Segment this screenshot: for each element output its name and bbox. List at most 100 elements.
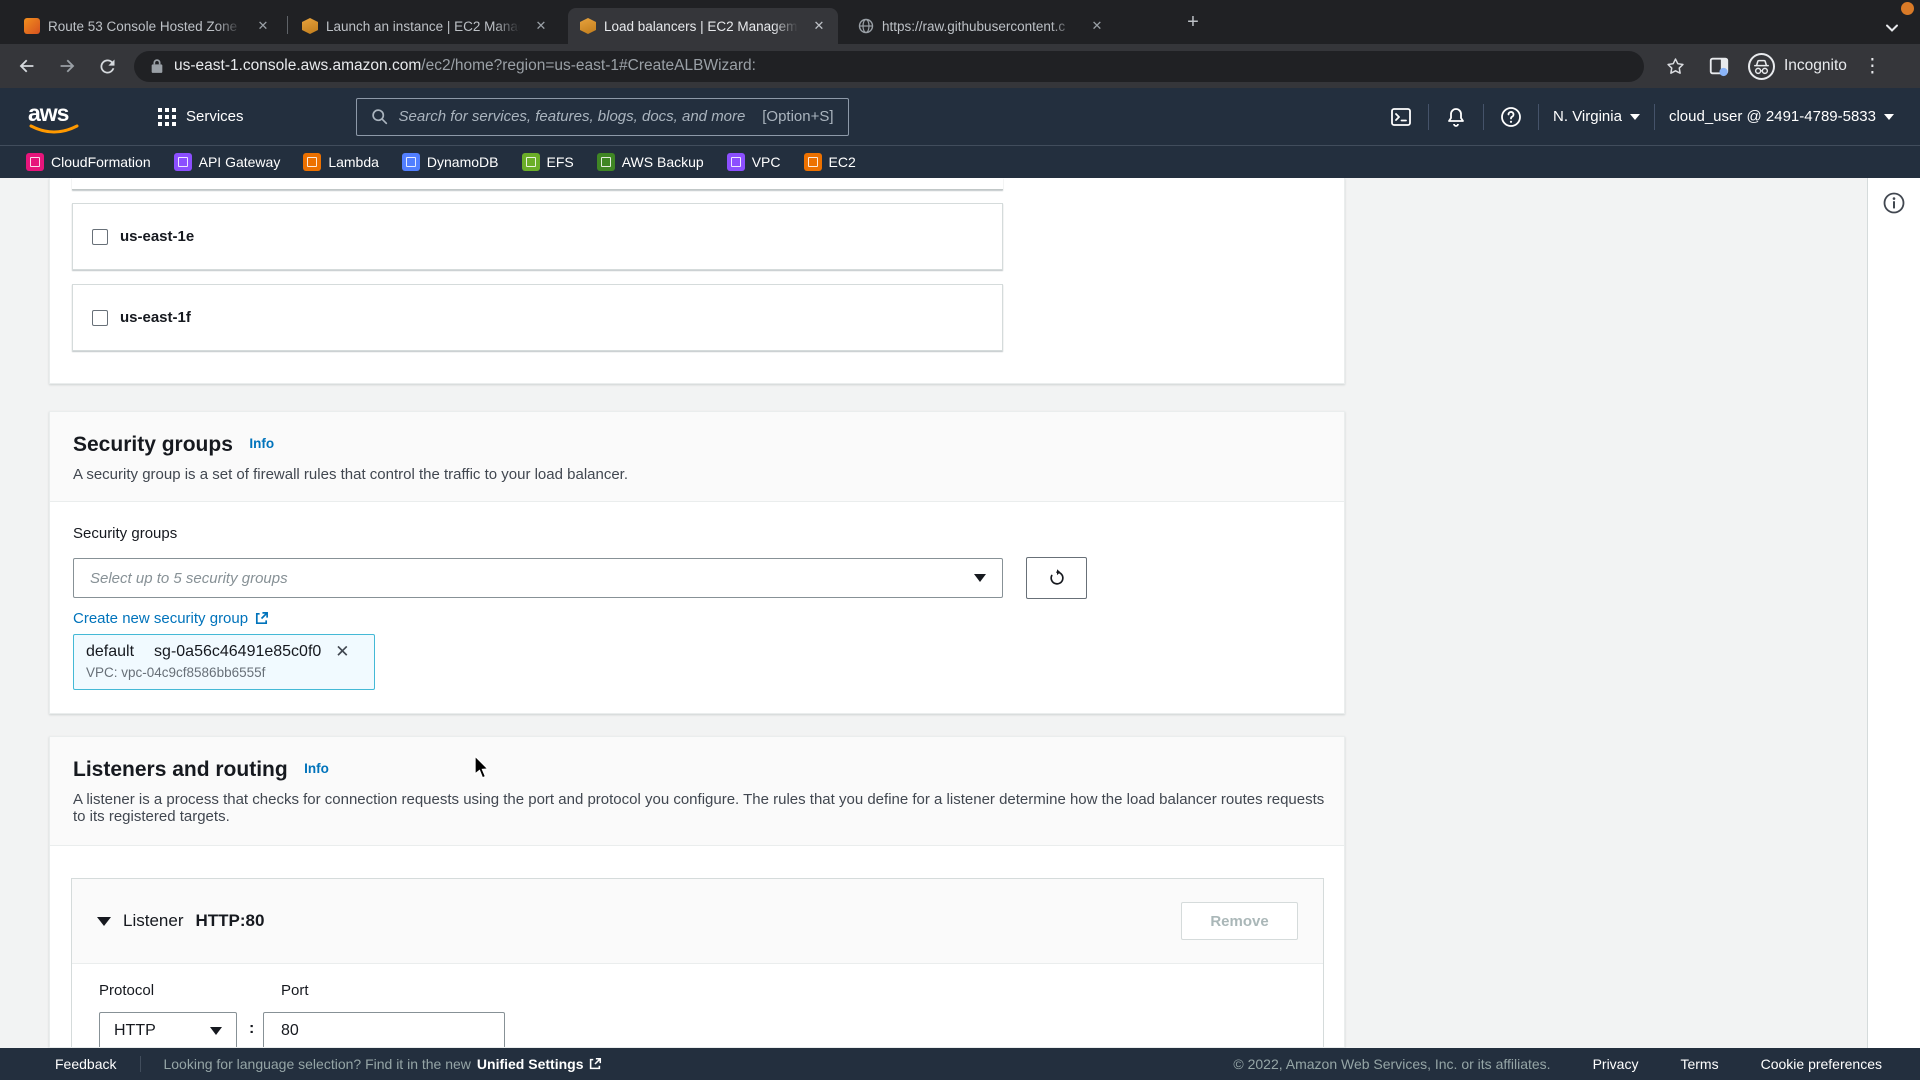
- browser-tab-strip: Route 53 Console Hosted Zone ✕ Launch an…: [0, 0, 1920, 44]
- az-card-us-east-1e[interactable]: us-east-1e: [72, 203, 1003, 270]
- favorite-lambda[interactable]: Lambda: [303, 153, 379, 171]
- close-icon[interactable]: ✕: [1088, 17, 1106, 35]
- aws-logo[interactable]: aws: [28, 100, 80, 134]
- az-label: us-east-1f: [120, 309, 191, 326]
- protocol-select[interactable]: HTTP: [99, 1012, 237, 1048]
- az-checkbox-us-east-1f[interactable]: [92, 310, 108, 326]
- tab-title: Route 53 Console Hosted Zone: [48, 19, 246, 34]
- tab-route53-console[interactable]: Route 53 Console Hosted Zone ✕: [12, 8, 282, 44]
- listeners-routing-panel: Listeners and routing Info A listener is…: [49, 736, 1345, 1048]
- divider: [1538, 104, 1539, 130]
- side-panel-icon[interactable]: [1706, 53, 1732, 79]
- cloudshell-icon[interactable]: [1388, 104, 1414, 130]
- account-label: cloud_user @ 2491-4789-5833: [1669, 108, 1876, 125]
- favorite-label: EC2: [829, 154, 856, 170]
- console-search-input[interactable]: Search for services, features, blogs, do…: [356, 98, 849, 136]
- language-hint-text: Looking for language selection? Find it …: [163, 1056, 470, 1072]
- page-content: us-east-1e us-east-1f Security groups In…: [0, 178, 1920, 1048]
- security-group-vpc: VPC: vpc-04c9cf8586bb6555f: [86, 665, 362, 680]
- favorites-bar: CloudFormation API Gateway Lambda Dynamo…: [0, 145, 1920, 178]
- reload-icon[interactable]: [94, 53, 120, 79]
- chevron-down-icon: [210, 1027, 222, 1035]
- search-placeholder: Search for services, features, blogs, do…: [399, 108, 763, 125]
- browser-menu-icon[interactable]: ⋮: [1863, 55, 1882, 78]
- incognito-label: Incognito: [1784, 57, 1847, 75]
- security-groups-panel: Security groups Info A security group is…: [49, 411, 1345, 714]
- protocol-port-separator: :: [249, 1020, 254, 1038]
- services-menu[interactable]: Services: [158, 108, 244, 126]
- favorite-label: API Gateway: [199, 154, 281, 170]
- select-placeholder: Select up to 5 security groups: [90, 570, 974, 587]
- favorite-aws-backup[interactable]: AWS Backup: [597, 153, 704, 171]
- efs-icon: [522, 153, 540, 171]
- close-icon[interactable]: ✕: [254, 17, 272, 35]
- account-menu[interactable]: cloud_user @ 2491-4789-5833: [1669, 108, 1894, 125]
- favorite-cloudformation[interactable]: CloudFormation: [26, 153, 151, 171]
- refresh-button[interactable]: [1026, 557, 1087, 599]
- create-security-group-link[interactable]: Create new security group: [73, 610, 269, 627]
- az-checkbox-us-east-1e[interactable]: [92, 229, 108, 245]
- aws-backup-icon: [597, 153, 615, 171]
- search-shortcut: [Option+S]: [762, 108, 833, 125]
- az-card-us-east-1f[interactable]: us-east-1f: [72, 284, 1003, 351]
- privacy-link[interactable]: Privacy: [1593, 1056, 1639, 1072]
- help-icon[interactable]: [1498, 104, 1524, 130]
- unified-settings-link[interactable]: Unified Settings: [477, 1056, 603, 1072]
- port-label: Port: [281, 982, 309, 999]
- region-label: N. Virginia: [1553, 108, 1622, 125]
- forward-icon[interactable]: [54, 53, 80, 79]
- protocol-label: Protocol: [99, 982, 154, 999]
- bookmark-star-icon[interactable]: [1662, 53, 1688, 79]
- security-group-name: default: [86, 643, 134, 661]
- info-link[interactable]: Info: [304, 761, 329, 776]
- services-label: Services: [186, 108, 244, 125]
- terms-link[interactable]: Terms: [1680, 1056, 1718, 1072]
- port-input[interactable]: 80: [263, 1012, 505, 1048]
- favorite-label: VPC: [752, 154, 781, 170]
- favorite-vpc[interactable]: VPC: [727, 153, 781, 171]
- token-remove-icon[interactable]: ✕: [335, 642, 349, 662]
- listeners-header: Listeners and routing Info A listener is…: [50, 737, 1344, 846]
- favorite-api-gateway[interactable]: API Gateway: [174, 153, 281, 171]
- back-icon[interactable]: [14, 53, 40, 79]
- favorite-efs[interactable]: EFS: [522, 153, 574, 171]
- divider: [1654, 104, 1655, 130]
- incognito-badge: Incognito: [1748, 53, 1847, 80]
- new-tab-button[interactable]: +: [1182, 12, 1204, 34]
- favorite-label: Lambda: [328, 154, 379, 170]
- favorite-ec2[interactable]: EC2: [804, 153, 856, 171]
- tab-raw-githubusercontent[interactable]: https://raw.githubusercontent.c ✕: [846, 8, 1116, 44]
- chevron-down-icon: [1884, 114, 1894, 120]
- info-icon[interactable]: [1882, 191, 1906, 215]
- az-label: us-east-1e: [120, 228, 194, 245]
- route53-icon: [24, 18, 40, 34]
- header-right-controls: N. Virginia cloud_user @ 2491-4789-5833: [1388, 88, 1894, 145]
- divider: [140, 1056, 141, 1072]
- browser-toolbar: us-east-1.console.aws.amazon.com/ec2/hom…: [0, 44, 1920, 88]
- listener-card: Listener HTTP:80 Remove Protocol Port HT…: [71, 878, 1324, 1048]
- tab-load-balancers-active[interactable]: Load balancers | EC2 Manageme ✕: [568, 8, 838, 44]
- chevron-down-icon[interactable]: [1884, 20, 1900, 36]
- close-icon[interactable]: ✕: [810, 17, 828, 35]
- console-footer: Feedback Looking for language selection?…: [0, 1048, 1920, 1080]
- cookie-preferences-link[interactable]: Cookie preferences: [1761, 1056, 1882, 1072]
- chevron-down-icon: [1630, 114, 1640, 120]
- external-link-icon: [254, 611, 269, 626]
- notifications-bell-icon[interactable]: [1443, 104, 1469, 130]
- security-group-token: default sg-0a56c46491e85c0f0 ✕ VPC: vpc-…: [73, 634, 375, 690]
- divider: [1428, 104, 1429, 130]
- cloudformation-icon: [26, 153, 44, 171]
- address-bar[interactable]: us-east-1.console.aws.amazon.com/ec2/hom…: [134, 51, 1644, 82]
- region-selector[interactable]: N. Virginia: [1553, 108, 1640, 125]
- feedback-link[interactable]: Feedback: [55, 1056, 116, 1072]
- remove-listener-button[interactable]: Remove: [1181, 902, 1298, 940]
- info-link[interactable]: Info: [249, 436, 274, 451]
- url-host: us-east-1.console.aws.amazon.com: [174, 57, 421, 75]
- security-groups-select[interactable]: Select up to 5 security groups: [73, 558, 1003, 598]
- close-icon[interactable]: ✕: [532, 17, 550, 35]
- tab-launch-instance[interactable]: Launch an instance | EC2 Manag ✕: [290, 8, 560, 44]
- collapse-triangle-icon[interactable]: [97, 917, 111, 926]
- external-link-icon: [588, 1057, 602, 1071]
- favorite-dynamodb[interactable]: DynamoDB: [402, 153, 499, 171]
- refresh-icon: [1047, 568, 1067, 588]
